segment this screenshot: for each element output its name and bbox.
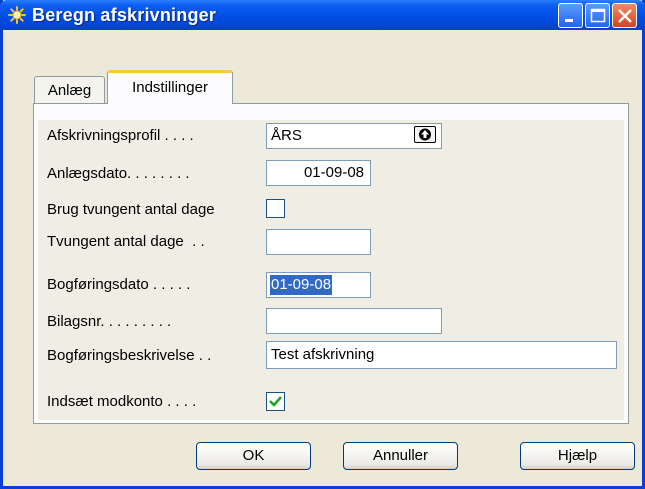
forced-days-checkbox[interactable] (266, 199, 285, 218)
tab-indstillinger[interactable]: Indstillinger (107, 70, 233, 104)
arrow-up-icon (419, 128, 431, 141)
posting-date-label: Bogføringsdato . . . . . (47, 276, 191, 293)
tab-anlaeg[interactable]: Anlæg (34, 76, 105, 103)
document-no-field[interactable] (266, 308, 442, 334)
ok-button[interactable]: OK (196, 442, 311, 470)
posting-date-value: 01-09-08 (270, 275, 333, 295)
lookup-button[interactable] (414, 126, 436, 143)
posting-date-field[interactable]: 01-09-08 (266, 272, 371, 298)
cancel-button[interactable]: Annuller (343, 442, 458, 470)
insert-balance-label: Indsæt modkonto . . . . (47, 393, 197, 410)
title-bar[interactable]: Beregn afskrivninger (0, 0, 645, 30)
sun-gear-icon (8, 6, 26, 24)
insert-balance-checkbox[interactable] (266, 392, 285, 411)
asset-date-label: Anlægsdato. . . . . . . . (47, 165, 190, 182)
checkmark-icon (269, 396, 282, 407)
forced-days-check-label: Brug tvungent antal dage (47, 201, 215, 218)
help-button[interactable]: Hjælp (520, 442, 635, 470)
posting-desc-label: Bogføringsbeskrivelse . . (47, 347, 212, 364)
maximize-icon (590, 8, 606, 23)
asset-date-field[interactable]: 01-09-08 (266, 160, 371, 186)
dialog-window: Beregn afskrivninger Anlæg Indstillinger… (0, 0, 645, 489)
forced-days-label: Tvungent antal dage . . (47, 233, 205, 250)
minimize-button[interactable] (558, 3, 583, 28)
close-icon (618, 9, 632, 23)
window-title: Beregn afskrivninger (32, 5, 217, 25)
profile-label: Afskrivningsprofil . . . . (47, 127, 194, 144)
maximize-button[interactable] (585, 3, 610, 28)
close-button[interactable] (612, 3, 637, 28)
minimize-icon (565, 19, 573, 22)
document-no-label: Bilagsnr. . . . . . . . . (47, 313, 172, 330)
profile-value: ÅRS (271, 127, 302, 144)
posting-desc-field[interactable]: Test afskrivning (266, 341, 617, 369)
forced-days-field[interactable] (266, 229, 371, 255)
